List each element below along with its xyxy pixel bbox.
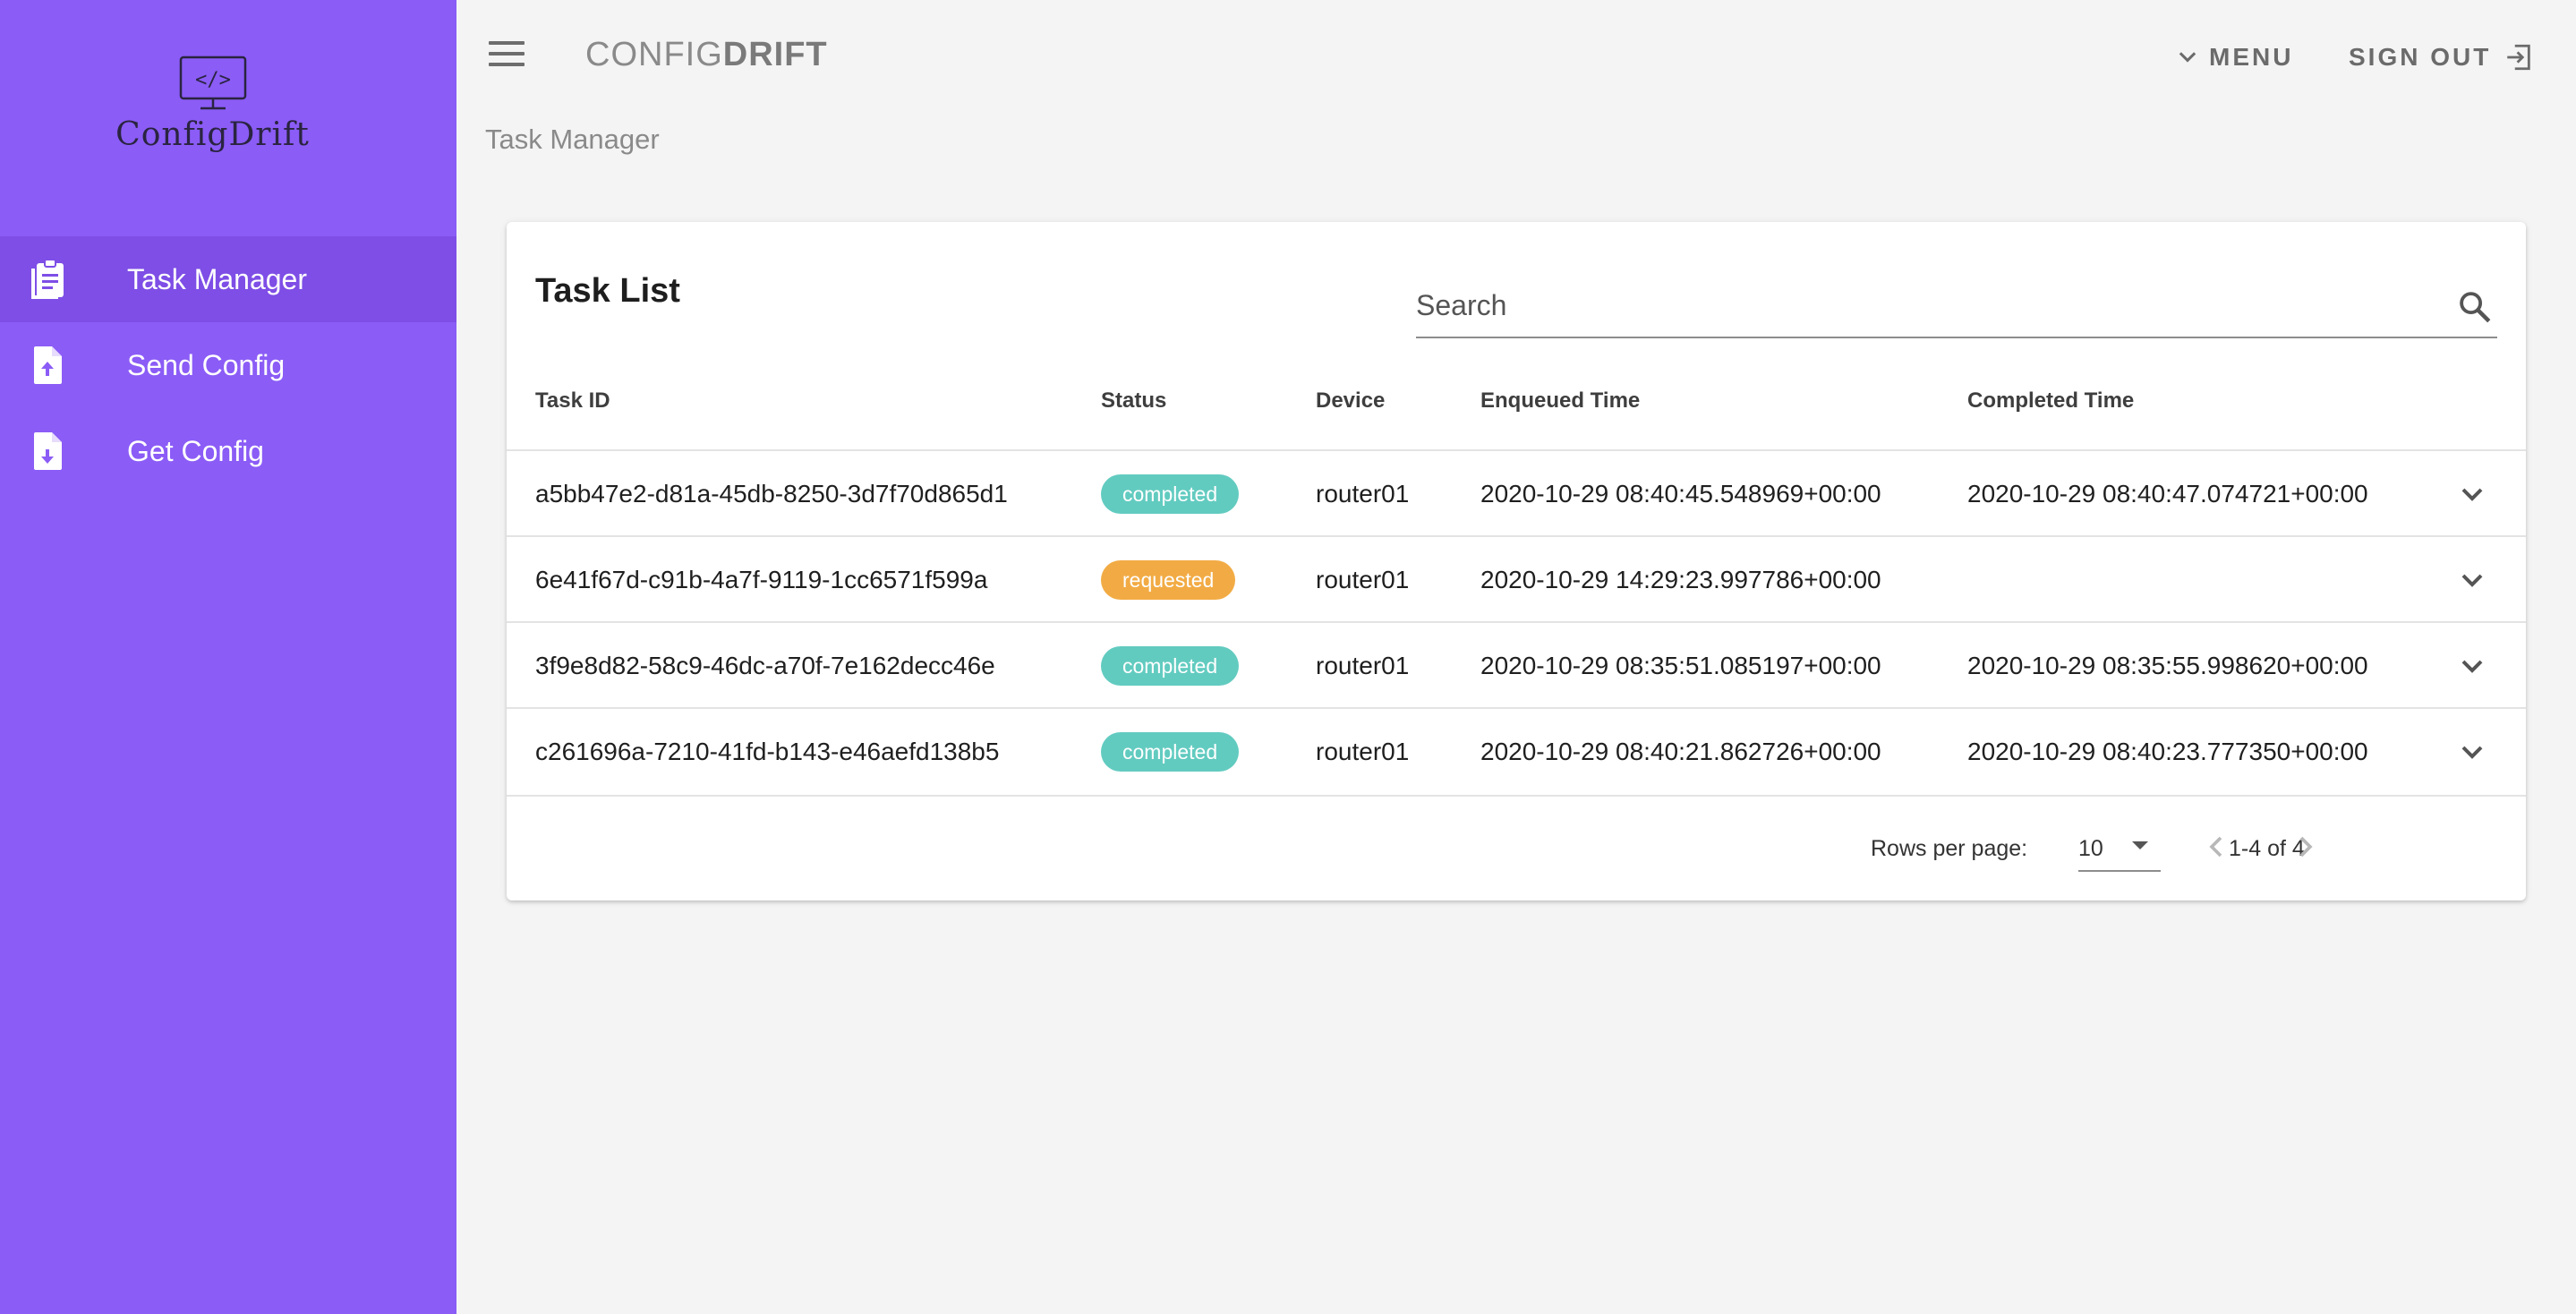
completed-time-cell: 2020-10-29 08:35:55.998620+00:00	[1967, 652, 2368, 679]
enqueued-time-cell: 2020-10-29 08:40:45.548969+00:00	[1480, 480, 1881, 508]
column-header-completed-time[interactable]: Completed Time	[1967, 388, 2134, 414]
task-id-cell: c261696a-7210-41fd-b143-e46aefd138b5	[535, 738, 1000, 765]
device-cell: router01	[1316, 738, 1410, 765]
chevron-down-icon[interactable]	[2454, 648, 2490, 684]
menu-button[interactable]: MENU	[2175, 39, 2293, 75]
file-upload-icon	[27, 343, 68, 388]
brand-title-bold: DRIFT	[722, 36, 828, 73]
status-badge: completed	[1101, 646, 1240, 686]
menu-label: MENU	[2209, 43, 2294, 71]
next-page-icon[interactable]	[2288, 825, 2324, 868]
sidebar-nav: Task Manager Send Config Get Config	[0, 236, 456, 494]
logo-text: ConfigDrift	[115, 116, 310, 153]
svg-text:</>: </>	[195, 69, 231, 91]
chevron-down-icon[interactable]	[2454, 476, 2490, 512]
chevron-down-icon	[2179, 52, 2196, 63]
hamburger-menu-icon[interactable]	[489, 41, 525, 73]
status-cell: completed	[1101, 451, 1240, 537]
task-id-cell: a5bb47e2-d81a-45db-8250-3d7f70d865d1	[535, 480, 1008, 508]
sidebar-item-label: Task Manager	[127, 262, 307, 295]
table-row[interactable]: 3f9e8d82-58c9-46dc-a70f-7e162decc46e com…	[507, 621, 2526, 707]
code-monitor-icon: </>	[179, 55, 246, 110]
rows-per-page-select[interactable]: 10	[2078, 822, 2161, 872]
completed-time-cell: 2020-10-29 08:40:23.777350+00:00	[1967, 738, 2368, 765]
chevron-down-icon[interactable]	[2454, 562, 2490, 598]
clipboard-icon	[27, 257, 68, 302]
search-input[interactable]	[1416, 279, 2427, 331]
app-logo[interactable]: </> ConfigDrift	[0, 54, 425, 153]
table-row[interactable]: a5bb47e2-d81a-45db-8250-3d7f70d865d1 com…	[507, 449, 2526, 535]
completed-time-cell: 2020-10-29 08:40:47.074721+00:00	[1967, 480, 2368, 508]
top-bar: CONFIGDRIFT MENU SIGN OUT	[456, 0, 2576, 116]
brand-title: CONFIGDRIFT	[585, 36, 828, 74]
sidebar-item-task-manager[interactable]: Task Manager	[0, 236, 456, 322]
card-title: Task List	[535, 272, 680, 310]
column-header-status[interactable]: Status	[1101, 388, 1166, 414]
previous-page-icon[interactable]	[2198, 825, 2234, 868]
status-badge: requested	[1101, 560, 1236, 600]
column-header-enqueued-time[interactable]: Enqueued Time	[1480, 388, 1640, 414]
search-icon[interactable]	[2456, 288, 2494, 326]
status-cell: requested	[1101, 537, 1236, 623]
rows-per-page-value: 10	[2078, 836, 2103, 861]
status-cell: completed	[1101, 623, 1240, 709]
column-header-task-id[interactable]: Task ID	[535, 388, 610, 414]
brand-title-light: CONFIG	[585, 36, 723, 73]
device-cell: router01	[1316, 566, 1410, 593]
chevron-down-icon[interactable]	[2454, 734, 2490, 770]
sidebar: </> ConfigDrift Task Manager Send Config…	[0, 0, 456, 1314]
status-badge: completed	[1101, 474, 1240, 514]
rows-per-page-label: Rows per page:	[1871, 836, 2028, 861]
column-header-device[interactable]: Device	[1316, 388, 1385, 414]
sidebar-item-send-config[interactable]: Send Config	[0, 322, 456, 408]
sign-out-label: SIGN OUT	[2349, 43, 2492, 71]
sidebar-item-label: Get Config	[127, 434, 264, 467]
sidebar-item-label: Send Config	[127, 348, 286, 381]
enqueued-time-cell: 2020-10-29 14:29:23.997786+00:00	[1480, 566, 1881, 593]
sign-out-button[interactable]: SIGN OUT	[2349, 39, 2534, 75]
task-list-card: Task List Task ID Status Device Enqueued…	[507, 222, 2526, 900]
table-row[interactable]: 6e41f67d-c91b-4a7f-9119-1cc6571f599a req…	[507, 535, 2526, 621]
task-id-cell: 6e41f67d-c91b-4a7f-9119-1cc6571f599a	[535, 566, 988, 593]
device-cell: router01	[1316, 480, 1410, 508]
task-id-cell: 3f9e8d82-58c9-46dc-a70f-7e162decc46e	[535, 652, 995, 679]
status-badge: completed	[1101, 732, 1240, 772]
enqueued-time-cell: 2020-10-29 08:35:51.085197+00:00	[1480, 652, 1881, 679]
enqueued-time-cell: 2020-10-29 08:40:21.862726+00:00	[1480, 738, 1881, 765]
dropdown-arrow-icon	[2132, 841, 2148, 849]
breadcrumb: Task Manager	[485, 124, 660, 155]
search-field	[1416, 279, 2497, 338]
table-row[interactable]: c261696a-7210-41fd-b143-e46aefd138b5 com…	[507, 707, 2526, 793]
device-cell: router01	[1316, 652, 1410, 679]
table-footer-divider	[507, 795, 2526, 797]
file-download-icon	[27, 429, 68, 474]
sign-out-icon	[2507, 44, 2531, 71]
sidebar-item-get-config[interactable]: Get Config	[0, 408, 456, 494]
status-cell: completed	[1101, 709, 1240, 795]
